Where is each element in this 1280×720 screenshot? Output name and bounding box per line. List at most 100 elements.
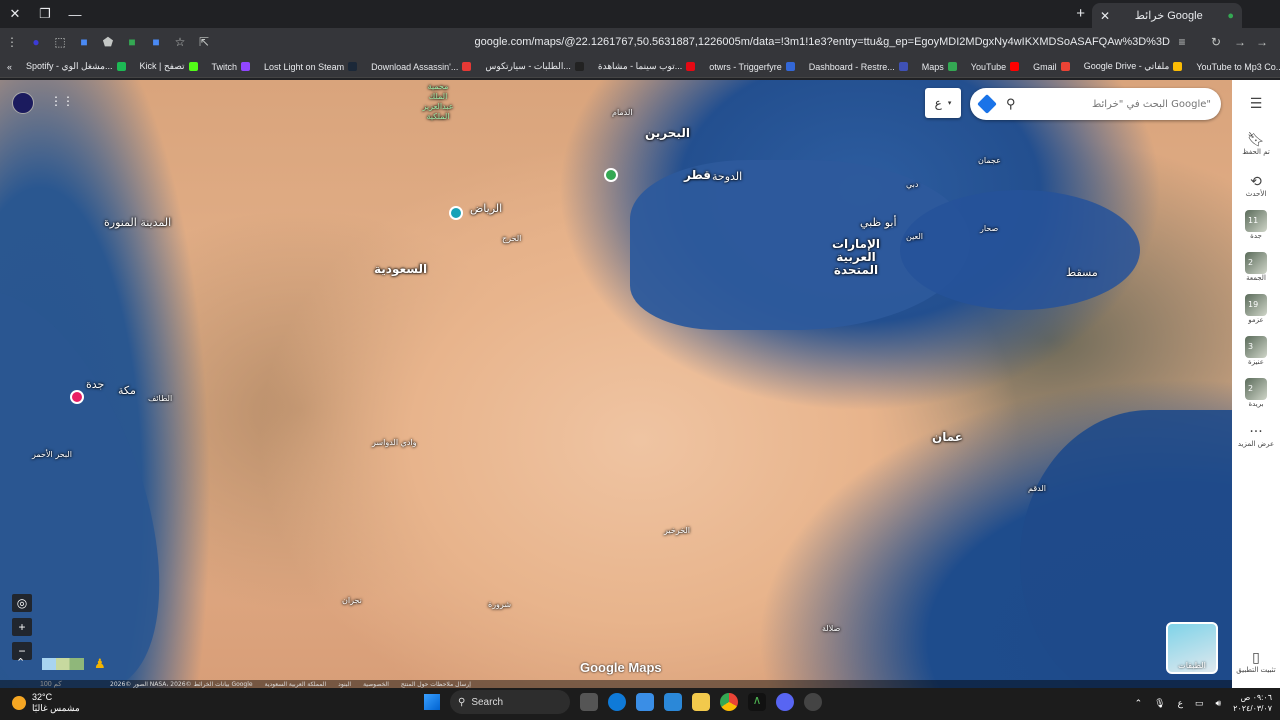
forward-icon[interactable]: → <box>1228 30 1252 54</box>
label-duqm[interactable]: الدقم <box>1028 484 1046 493</box>
riyadh-pin-icon[interactable] <box>449 206 463 220</box>
label-muscat[interactable]: مسقط <box>1066 266 1098 279</box>
label-sohar[interactable]: صحار <box>980 224 998 233</box>
expand-icon[interactable]: ⌃ <box>16 656 25 669</box>
discord-icon[interactable] <box>776 693 794 711</box>
tray-overflow-icon[interactable]: ⌃ <box>1135 698 1143 709</box>
footer-link[interactable]: الصور ©2026 NASA، بيانات الخرائط ©2026 G… <box>110 681 253 688</box>
label-dubai[interactable]: دبي <box>906 180 918 189</box>
label-redsea[interactable]: البحر الأحمر <box>32 450 72 459</box>
store-icon[interactable] <box>636 693 654 711</box>
new-tab-button[interactable]: + <box>1076 5 1085 22</box>
clock[interactable]: ٠٩:٠٦ ص ٢٠٢٤/٠٣/٠٧ <box>1233 692 1272 714</box>
install-app-button[interactable]: ▯ تثبيت التطبيق <box>1236 650 1275 674</box>
minimize-window-icon[interactable]: — <box>60 0 90 28</box>
label-jeddah[interactable]: جدة <box>86 378 104 391</box>
label-park[interactable]: محمية الملك عبدالعزيز الملكية <box>418 82 458 122</box>
label-qatar[interactable]: قطر <box>684 168 711 182</box>
flag-pin-icon[interactable] <box>604 168 618 182</box>
label-dammam[interactable]: الدمام <box>612 108 633 117</box>
bookmark-item[interactable]: توب سينما - مشاهدة... <box>591 61 702 72</box>
weather-widget[interactable]: 32°C مشمس غالبًا <box>12 692 80 714</box>
recent-place-item[interactable]: 19 عزمو <box>1245 294 1267 324</box>
label-ajman[interactable]: عجمان <box>978 156 1001 165</box>
bookmark-item[interactable]: Twitch <box>205 61 258 72</box>
label-wadi-dawasir[interactable]: وادي الدواسر <box>372 438 417 447</box>
account-avatar[interactable] <box>12 92 34 114</box>
label-alkharj[interactable]: الخرج <box>502 234 521 243</box>
apps-icon[interactable]: ⋮⋮ <box>50 94 74 108</box>
label-madinah[interactable]: المدينة المنورة <box>104 216 171 229</box>
bookmark-item[interactable]: YouTube to Mp3 Co... <box>1189 61 1280 72</box>
share-icon[interactable]: ⇱ <box>192 30 216 54</box>
photos-icon[interactable] <box>664 693 682 711</box>
profile-avatar[interactable]: ● <box>24 30 48 54</box>
extensions-icon[interactable]: ⬚ <box>48 30 72 54</box>
maps-search-box[interactable]: ⚲ <box>970 88 1221 120</box>
volume-icon[interactable]: 🔊︎ <box>1216 698 1222 709</box>
chrome-icon[interactable] <box>720 693 738 711</box>
edge-icon[interactable] <box>608 693 626 711</box>
reload-icon[interactable]: ↻ <box>1204 30 1228 54</box>
mic-icon[interactable]: 🎙︎ <box>1154 698 1165 709</box>
bookmarks-overflow-icon[interactable]: « <box>0 62 19 72</box>
recent-place-item[interactable]: 3 عنيزة <box>1245 336 1267 366</box>
star-bookmark-icon[interactable]: ☆ <box>168 30 192 54</box>
file-explorer-icon[interactable] <box>692 693 710 711</box>
recent-place-item[interactable]: 2 الجمعة <box>1245 252 1267 282</box>
more-button[interactable]: ··· عرض المزيد <box>1238 424 1274 448</box>
label-taif[interactable]: الطائف <box>148 394 172 403</box>
label-kharkhir[interactable]: الخرخير <box>664 526 690 535</box>
bookmark-item[interactable]: Google Drive - ملفاتي <box>1077 61 1190 72</box>
footer-link[interactable]: المملكة العربية السعودية <box>265 681 327 688</box>
recent-place-item[interactable]: 2 بريدة <box>1245 378 1267 408</box>
tab-google-maps[interactable]: ✕ خرائط Google ● <box>1092 3 1242 28</box>
my-location-icon[interactable]: ◎ <box>12 594 32 612</box>
label-abudhabi[interactable]: أبو ظبي <box>860 216 897 229</box>
label-najran[interactable]: نجران <box>342 596 362 605</box>
bookmark-item[interactable]: Spotify - مشغل الوي... <box>19 61 132 72</box>
footer-link[interactable]: البنود <box>338 681 351 688</box>
bookmark-item[interactable]: Download Assassin'... <box>364 61 478 72</box>
windows-start-icon[interactable] <box>424 694 440 710</box>
heart-pin-icon[interactable] <box>70 390 84 404</box>
footer-link[interactable]: إرسال ملاحظات حول المنتج <box>401 681 471 688</box>
label-uae[interactable]: الإمارات العربية المتحدة <box>826 238 886 277</box>
bookmark-item[interactable]: otwrs - Triggerfyre <box>702 61 802 72</box>
label-alain[interactable]: العين <box>906 232 923 241</box>
bookmark-item[interactable]: Gmail <box>1026 61 1077 72</box>
tab-close-icon[interactable]: ✕ <box>1100 9 1110 23</box>
recent-button[interactable]: ⟲ الأحدث <box>1246 174 1267 198</box>
nvidia-icon[interactable]: ∧ <box>748 693 766 711</box>
menu-button[interactable]: ☰ <box>1250 96 1263 112</box>
tray-language[interactable]: ع <box>1178 698 1183 709</box>
bookmark-item[interactable]: Lost Light on Steam <box>257 61 364 72</box>
language-button[interactable]: ع ▾ <box>925 88 961 118</box>
label-saudi[interactable]: السعودية <box>374 262 427 276</box>
bookmark-item[interactable]: Dashboard - Restre... <box>802 61 915 72</box>
site-settings-icon[interactable]: ≡ <box>1170 30 1194 54</box>
zoom-in-button[interactable]: + <box>12 618 32 636</box>
label-makkah[interactable]: مكة <box>118 384 136 397</box>
extension-icon-2[interactable]: ■ <box>120 30 144 54</box>
label-sharurah[interactable]: شرورة <box>488 600 511 609</box>
recent-place-item[interactable]: 11 جدة <box>1245 210 1267 240</box>
bookmark-item[interactable]: Kick | تصفح <box>133 61 205 72</box>
search-input[interactable] <box>1023 98 1211 110</box>
restore-window-icon[interactable]: ❐ <box>30 0 60 28</box>
task-view-icon[interactable] <box>580 693 598 711</box>
bookmark-item[interactable]: الطلبات - سيارتكوس... <box>478 61 591 72</box>
bookmark-item[interactable]: YouTube <box>964 61 1026 72</box>
label-bahrain[interactable]: البحرين <box>645 126 690 140</box>
search-icon[interactable]: ⚲ <box>1006 96 1016 112</box>
extension-icon-1[interactable]: ■ <box>72 30 96 54</box>
kebab-menu-icon[interactable]: ⋮ <box>0 30 24 54</box>
network-icon[interactable]: ▭ <box>1195 698 1204 709</box>
footer-link[interactable]: الخصوصية <box>363 681 389 688</box>
label-riyadh[interactable]: الرياض <box>470 202 502 215</box>
pegman-icon[interactable]: ♟ <box>94 656 106 672</box>
taskbar-search[interactable]: ⚲ Search <box>450 690 570 714</box>
layers-button[interactable]: الطبقات <box>1166 622 1218 674</box>
translate-icon[interactable]: ■ <box>144 30 168 54</box>
saved-button[interactable]: 🔖︎ تم الحفظ <box>1242 132 1270 156</box>
